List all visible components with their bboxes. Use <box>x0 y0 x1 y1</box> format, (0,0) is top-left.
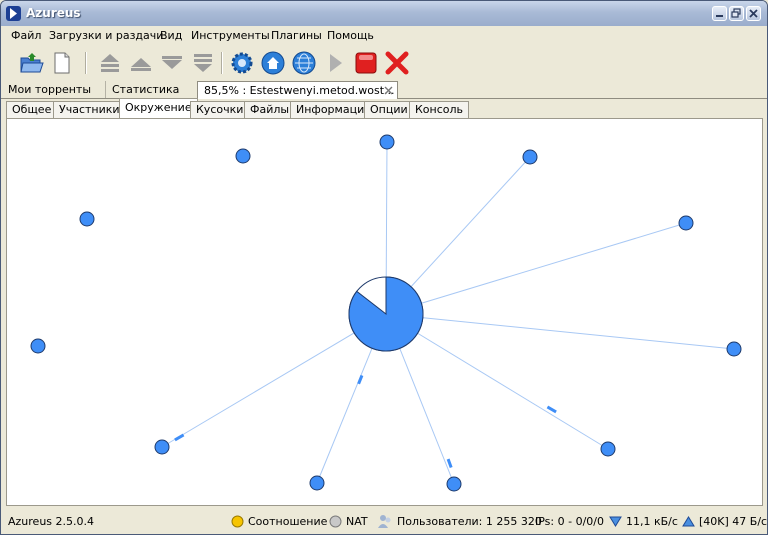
tab-options[interactable]: Опции <box>364 101 414 118</box>
tab-files[interactable]: Файлы <box>244 101 296 118</box>
peer-node[interactable] <box>379 134 395 150</box>
minimize-button[interactable] <box>712 6 727 21</box>
peer-node[interactable] <box>154 439 170 455</box>
window-title: Azureus <box>26 6 81 20</box>
open-torrent-button[interactable] <box>19 50 45 76</box>
document-tabs: Мои торренты Статистика 85,5% : Estestwe… <box>1 80 767 99</box>
tab-swarm[interactable]: Окружение <box>119 98 198 119</box>
toolbar-separator <box>221 52 223 74</box>
view-tabs: Общее Участники Окружение Кусочки Файлы … <box>1 98 767 119</box>
peer-node[interactable] <box>79 211 95 227</box>
menu-file[interactable]: Файл <box>11 29 41 42</box>
settings-button[interactable] <box>229 50 255 76</box>
play-icon <box>330 54 342 72</box>
settings-icon <box>231 52 253 74</box>
stop-icon <box>355 52 377 74</box>
tab-peers[interactable]: Участники <box>53 101 126 118</box>
tab-pieces[interactable]: Кусочки <box>190 101 250 118</box>
close-tab-icon[interactable] <box>384 86 393 95</box>
new-torrent-button[interactable] <box>49 50 75 76</box>
title-bar[interactable]: Azureus <box>1 1 767 26</box>
peer-links <box>161 141 735 485</box>
tab-my-torrents[interactable]: Мои торренты <box>2 81 106 98</box>
move-up-button[interactable] <box>128 50 154 76</box>
menu-plugins[interactable]: Плагины <box>271 29 322 42</box>
download-speed-icon <box>609 516 622 527</box>
users-icon <box>378 515 391 528</box>
download-speed[interactable]: 11,1 кБ/с <box>626 515 678 528</box>
tab-active-torrent[interactable]: 85,5% : Estestwenyi.metod.wost... <box>197 81 398 99</box>
tab-console[interactable]: Консоль <box>409 101 470 118</box>
restore-button[interactable] <box>729 6 744 21</box>
new-document-icon <box>54 52 70 74</box>
minimize-icon <box>716 15 723 17</box>
data-block <box>174 433 185 442</box>
peer-node[interactable] <box>600 441 616 457</box>
upload-speed-icon <box>682 516 695 527</box>
open-folder-icon <box>20 53 44 73</box>
status-bar: Azureus 2.5.0.4 Соотношение NAT Пользова… <box>1 511 767 533</box>
move-top-button[interactable] <box>97 50 123 76</box>
move-down-icon <box>162 56 182 69</box>
nat-label[interactable]: NAT <box>346 515 368 528</box>
nat-status-icon <box>329 515 342 528</box>
transfer-blocks <box>174 374 557 469</box>
close-icon <box>749 9 758 18</box>
menu-downloads[interactable]: Загрузки и раздачи <box>49 29 163 42</box>
peer-link <box>385 313 609 450</box>
menu-help[interactable]: Помощь <box>327 29 374 42</box>
swarm-graph <box>30 134 742 492</box>
web-globe-icon <box>292 51 316 75</box>
application-window: Azureus Файл Загрузки и раздачи Вид Инст… <box>0 0 768 535</box>
version-label: Azureus 2.5.0.4 <box>8 515 95 528</box>
tab-label: Мои торренты <box>8 83 92 96</box>
tab-statistics[interactable]: Статистика <box>106 81 198 98</box>
close-window-button[interactable] <box>746 6 761 21</box>
move-bottom-button[interactable] <box>190 50 216 76</box>
users-count: Пользователи: 1 255 320 <box>397 515 542 528</box>
toolbar-separator <box>85 52 87 74</box>
ratio-label[interactable]: Соотношение <box>248 515 327 528</box>
menu-bar: Файл Загрузки и раздачи Вид Инструменты … <box>1 26 767 46</box>
ratio-status-icon <box>231 515 244 528</box>
move-up-icon <box>131 58 151 71</box>
home-button[interactable] <box>260 50 286 76</box>
remove-x-icon <box>385 51 409 75</box>
data-block <box>357 374 364 385</box>
move-bottom-icon <box>194 54 212 72</box>
upload-speed[interactable]: [40K] 47 Б/с <box>699 515 767 528</box>
tab-label: 85,5% : Estestwenyi.metod.wost... <box>204 84 395 97</box>
home-icon <box>261 51 285 75</box>
peer-node[interactable] <box>446 476 462 492</box>
peer-link <box>385 313 735 350</box>
peer-link <box>385 222 687 315</box>
toolbar <box>1 46 767 80</box>
peer-node[interactable] <box>235 148 251 164</box>
azureus-logo-icon <box>6 6 21 21</box>
menu-tools[interactable]: Инструменты <box>191 29 270 42</box>
remove-button[interactable] <box>384 50 410 76</box>
start-button[interactable] <box>322 50 348 76</box>
web-button[interactable] <box>291 50 317 76</box>
swarm-view[interactable] <box>6 118 763 506</box>
peer-node[interactable] <box>522 149 538 165</box>
peer-link <box>161 313 387 448</box>
peer-node[interactable] <box>678 215 694 231</box>
peer-node[interactable] <box>309 475 325 491</box>
local-client-node <box>348 276 424 352</box>
peer-node[interactable] <box>726 341 742 357</box>
menu-view[interactable]: Вид <box>160 29 182 42</box>
move-top-icon <box>101 54 119 72</box>
tab-general[interactable]: Общее <box>6 101 58 118</box>
tab-label: Статистика <box>112 83 180 96</box>
move-down-button[interactable] <box>159 50 185 76</box>
restore-icon <box>731 8 741 18</box>
ips-label: IPs: 0 - 0/0/0 <box>535 515 604 528</box>
peer-node[interactable] <box>30 338 46 354</box>
stop-button[interactable] <box>353 50 379 76</box>
